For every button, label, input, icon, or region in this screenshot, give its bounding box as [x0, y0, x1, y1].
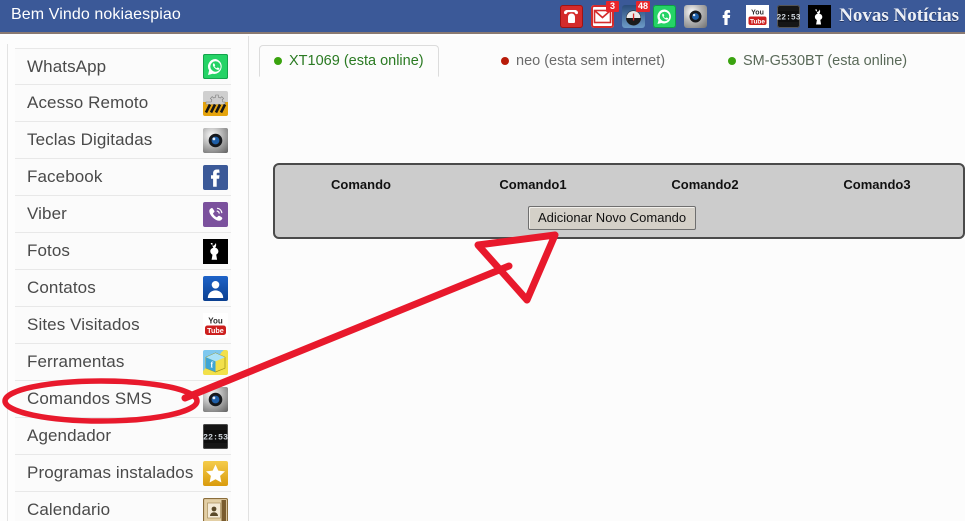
viber-icon	[203, 201, 228, 227]
svg-text:Tube: Tube	[750, 18, 765, 25]
sidebar-item-calendario[interactable]: Calendario	[15, 492, 231, 521]
svg-text:22:53: 22:53	[777, 14, 800, 23]
facebook-icon	[203, 164, 228, 190]
sidebar-menu: WhatsApp Acesso Remoto Teclas Digitadas …	[15, 48, 231, 521]
sidebar-item-programas-instalados[interactable]: Programas instalados	[15, 455, 231, 492]
svg-text:You: You	[208, 316, 223, 325]
add-new-command-button[interactable]: Adicionar Novo Comando	[528, 206, 697, 230]
content-area: XT1069 (esta online) neo (esta sem inter…	[248, 36, 965, 521]
sidebar-item-label: Calendario	[27, 500, 111, 519]
playboy-icon	[203, 238, 228, 264]
facebook-icon[interactable]	[715, 5, 738, 28]
tab-sm-g530bt[interactable]: SM-G530BT (esta online)	[714, 45, 921, 77]
status-dot-online	[728, 57, 736, 65]
sidebar-item-label: Agendador	[27, 426, 112, 445]
svg-text:You: You	[751, 10, 764, 17]
mail-badge: 3	[606, 1, 619, 12]
device-tabs: XT1069 (esta online) neo (esta sem inter…	[259, 45, 959, 78]
tab-label: neo (esta sem internet)	[516, 53, 666, 69]
sidebar-item-contatos[interactable]: Contatos	[15, 270, 231, 307]
sidebar-item-label: Viber	[27, 204, 67, 223]
sidebar-item-label: Fotos	[27, 241, 71, 260]
sidebar-item-label: Comandos SMS	[27, 389, 152, 408]
sidebar-item-acesso-remoto[interactable]: Acesso Remoto	[15, 85, 231, 122]
command-column-header: Comando2	[671, 177, 739, 192]
sidebar-item-fotos[interactable]: Fotos	[15, 233, 231, 270]
tab-xt1069[interactable]: XT1069 (esta online)	[259, 45, 439, 77]
sidebar-item-label: WhatsApp	[27, 56, 107, 76]
sidebar-item-label: Teclas Digitadas	[27, 130, 153, 149]
clock-icon: 22:53	[203, 423, 228, 449]
tab-neo[interactable]: neo (esta sem internet)	[487, 45, 679, 77]
status-dot-offline	[501, 57, 509, 65]
sidebar-item-teclas-digitadas[interactable]: Teclas Digitadas	[15, 122, 231, 159]
calendar-icon	[203, 497, 228, 521]
svg-text:22:53: 22:53	[203, 432, 228, 442]
camera-icon[interactable]	[684, 5, 707, 28]
svg-text:Tube: Tube	[207, 326, 224, 335]
sidebar-item-label: Sites Visitados	[27, 315, 140, 334]
sidebar-item-label: Acesso Remoto	[27, 93, 149, 112]
sidebar-item-label: Facebook	[27, 167, 103, 186]
sidebar-item-comandos-sms[interactable]: Comandos SMS	[15, 381, 231, 418]
command-column-header: Comando1	[499, 177, 567, 192]
playboy-icon[interactable]	[808, 5, 831, 28]
gear-icon	[203, 90, 228, 116]
commands-panel: Comando Comando1 Comando2 Comando3 Adici…	[273, 163, 965, 239]
star-icon	[203, 460, 228, 486]
command-column-header: Comando	[331, 177, 391, 192]
mail-icon[interactable]: 3	[591, 1, 619, 28]
header-icon-tray: 3 48 You Tube 22:53	[560, 1, 831, 29]
sidebar-item-sites-visitados[interactable]: Sites Visitados You Tube	[15, 307, 231, 344]
application-window: Bem Vindo nokiaespiao 3 48 You Tube 22:5…	[0, 0, 965, 521]
svg-text:f: f	[211, 360, 214, 369]
command-columns: Comando Comando1 Comando2 Comando3	[275, 177, 963, 192]
sidebar-item-label: Contatos	[27, 278, 96, 297]
news-label[interactable]: Novas Notícias	[839, 5, 959, 27]
sidebar-item-label: Programas instalados	[27, 463, 194, 482]
sidebar-rail	[7, 44, 8, 521]
sidebar-item-facebook[interactable]: Facebook	[15, 159, 231, 196]
status-dot-online	[274, 57, 282, 65]
sidebar-item-whatsapp[interactable]: WhatsApp	[15, 48, 231, 85]
clock-icon[interactable]: 22:53	[777, 5, 800, 28]
whatsapp-icon	[203, 54, 228, 79]
phone-icon[interactable]	[560, 5, 583, 28]
youtube-icon[interactable]: You Tube	[746, 5, 769, 28]
speedometer-badge: 48	[635, 1, 650, 12]
toolbox-icon: f	[203, 349, 228, 375]
welcome-title: Bem Vindo nokiaespiao	[11, 6, 181, 23]
contact-icon	[203, 275, 228, 301]
sidebar: WhatsApp Acesso Remoto Teclas Digitadas …	[0, 36, 248, 521]
camera-icon	[203, 127, 228, 153]
youtube-icon: You Tube	[203, 312, 228, 338]
speedometer-icon[interactable]: 48	[622, 1, 650, 28]
tab-label: SM-G530BT (esta online)	[743, 53, 908, 69]
sidebar-item-label: Ferramentas	[27, 352, 125, 371]
tab-label: XT1069 (esta online)	[289, 53, 424, 69]
top-header-bar: Bem Vindo nokiaespiao 3 48 You Tube 22:5…	[0, 0, 965, 34]
sidebar-item-ferramentas[interactable]: Ferramentas f	[15, 344, 231, 381]
sidebar-item-viber[interactable]: Viber	[15, 196, 231, 233]
sidebar-item-agendador[interactable]: Agendador 22:53	[15, 418, 231, 455]
command-column-header: Comando3	[843, 177, 911, 192]
camera-icon	[203, 386, 228, 412]
whatsapp-icon[interactable]	[653, 5, 676, 28]
